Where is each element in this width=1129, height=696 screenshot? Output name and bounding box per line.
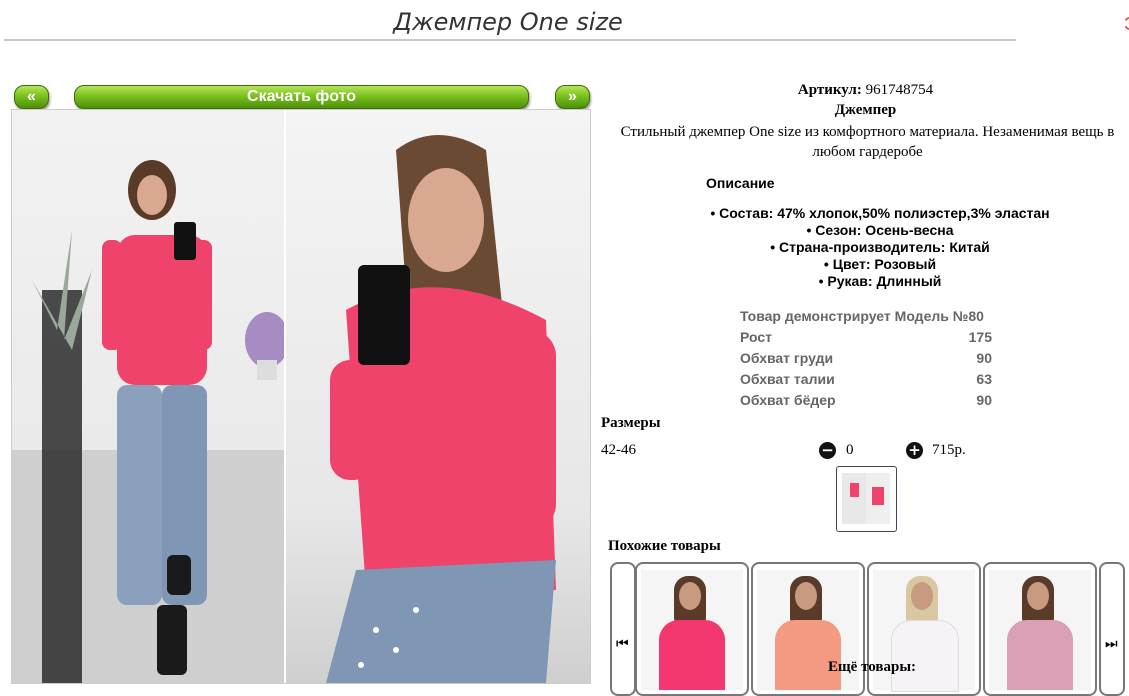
similar-item[interactable] <box>635 562 749 696</box>
thumbnail-figure <box>872 487 884 505</box>
more-heading: Ещё товары: <box>828 659 917 675</box>
skip-forward-icon: ⏭ <box>1105 636 1118 652</box>
article-label: Артикул: <box>797 82 862 98</box>
model-heading: Товар демонстрирует Модель №80 <box>740 308 984 324</box>
carousel-next-button[interactable]: ⏭ <box>1099 562 1125 696</box>
product-name: Джемпер <box>834 102 897 118</box>
similar-item[interactable] <box>983 562 1097 696</box>
model-row-label: Рост <box>740 329 772 345</box>
minus-circle-icon[interactable]: − <box>819 442 836 459</box>
property-item: Страна-производитель: Китай <box>700 239 1060 256</box>
model-row: Обхват бёдер 90 <box>740 390 992 411</box>
model-measurements: Товар демонстрирует Модель №80 Рост 175 … <box>740 306 992 411</box>
download-photo-button[interactable]: Скачать фото <box>74 85 529 109</box>
properties-list: Состав: 47% хлопок,50% полиэстер,3% элас… <box>700 205 1060 290</box>
price: 715р. <box>932 442 966 458</box>
property-item: Сезон: Осень-весна <box>700 222 1060 239</box>
property-item: Состав: 47% хлопок,50% полиэстер,3% элас… <box>700 205 1060 222</box>
model-row: Обхват талии 63 <box>740 369 992 390</box>
model-row-label: Обхват талии <box>740 371 835 387</box>
similar-item-image <box>989 570 1091 690</box>
model-figure-2 <box>326 135 556 683</box>
model-row-value: 90 <box>976 350 992 366</box>
model-row-label: Обхват груди <box>740 350 834 366</box>
product-photo-close-up <box>286 110 590 683</box>
sizes-heading: Размеры <box>601 415 661 431</box>
photo-thumbnail[interactable] <box>836 466 897 532</box>
size-label: 42-46 <box>601 442 636 458</box>
model-row-value: 175 <box>968 329 992 345</box>
thumbnail-image <box>842 473 890 524</box>
page-title: Джемпер One size <box>393 8 623 36</box>
model-row: Обхват груди 90 <box>740 348 992 369</box>
model-figure-1 <box>12 160 289 683</box>
title-divider <box>4 39 1016 41</box>
prev-photo-button[interactable]: « <box>14 85 49 109</box>
description-heading: Описание <box>706 175 775 191</box>
carousel-prev-button[interactable]: ⏮ <box>610 562 636 696</box>
model-row-label: Обхват бёдер <box>740 392 836 408</box>
skip-back-icon: ⏮ <box>616 636 629 652</box>
thumbnail-figure <box>850 483 859 497</box>
model-row-value: 90 <box>976 392 992 408</box>
similar-item-image <box>641 570 743 690</box>
property-item: Рукав: Длинный <box>700 273 1060 290</box>
article-value: 961748754 <box>865 82 934 98</box>
similar-heading: Похожие товары <box>608 538 721 554</box>
model-row-value: 63 <box>976 371 992 387</box>
product-photo[interactable] <box>11 109 591 684</box>
model-row: Рост 175 <box>740 327 992 348</box>
corner-mark: Э <box>1124 14 1129 35</box>
article-line: Артикул: 961748754 <box>598 82 1129 99</box>
property-item: Цвет: Розовый <box>700 256 1060 273</box>
plus-circle-icon[interactable]: + <box>906 442 923 459</box>
quantity-value: 0 <box>846 442 854 458</box>
product-photo-full-length <box>12 110 289 683</box>
next-photo-button[interactable]: » <box>555 85 590 109</box>
product-description: Стильный джемпер One size из комфортного… <box>620 124 1115 160</box>
